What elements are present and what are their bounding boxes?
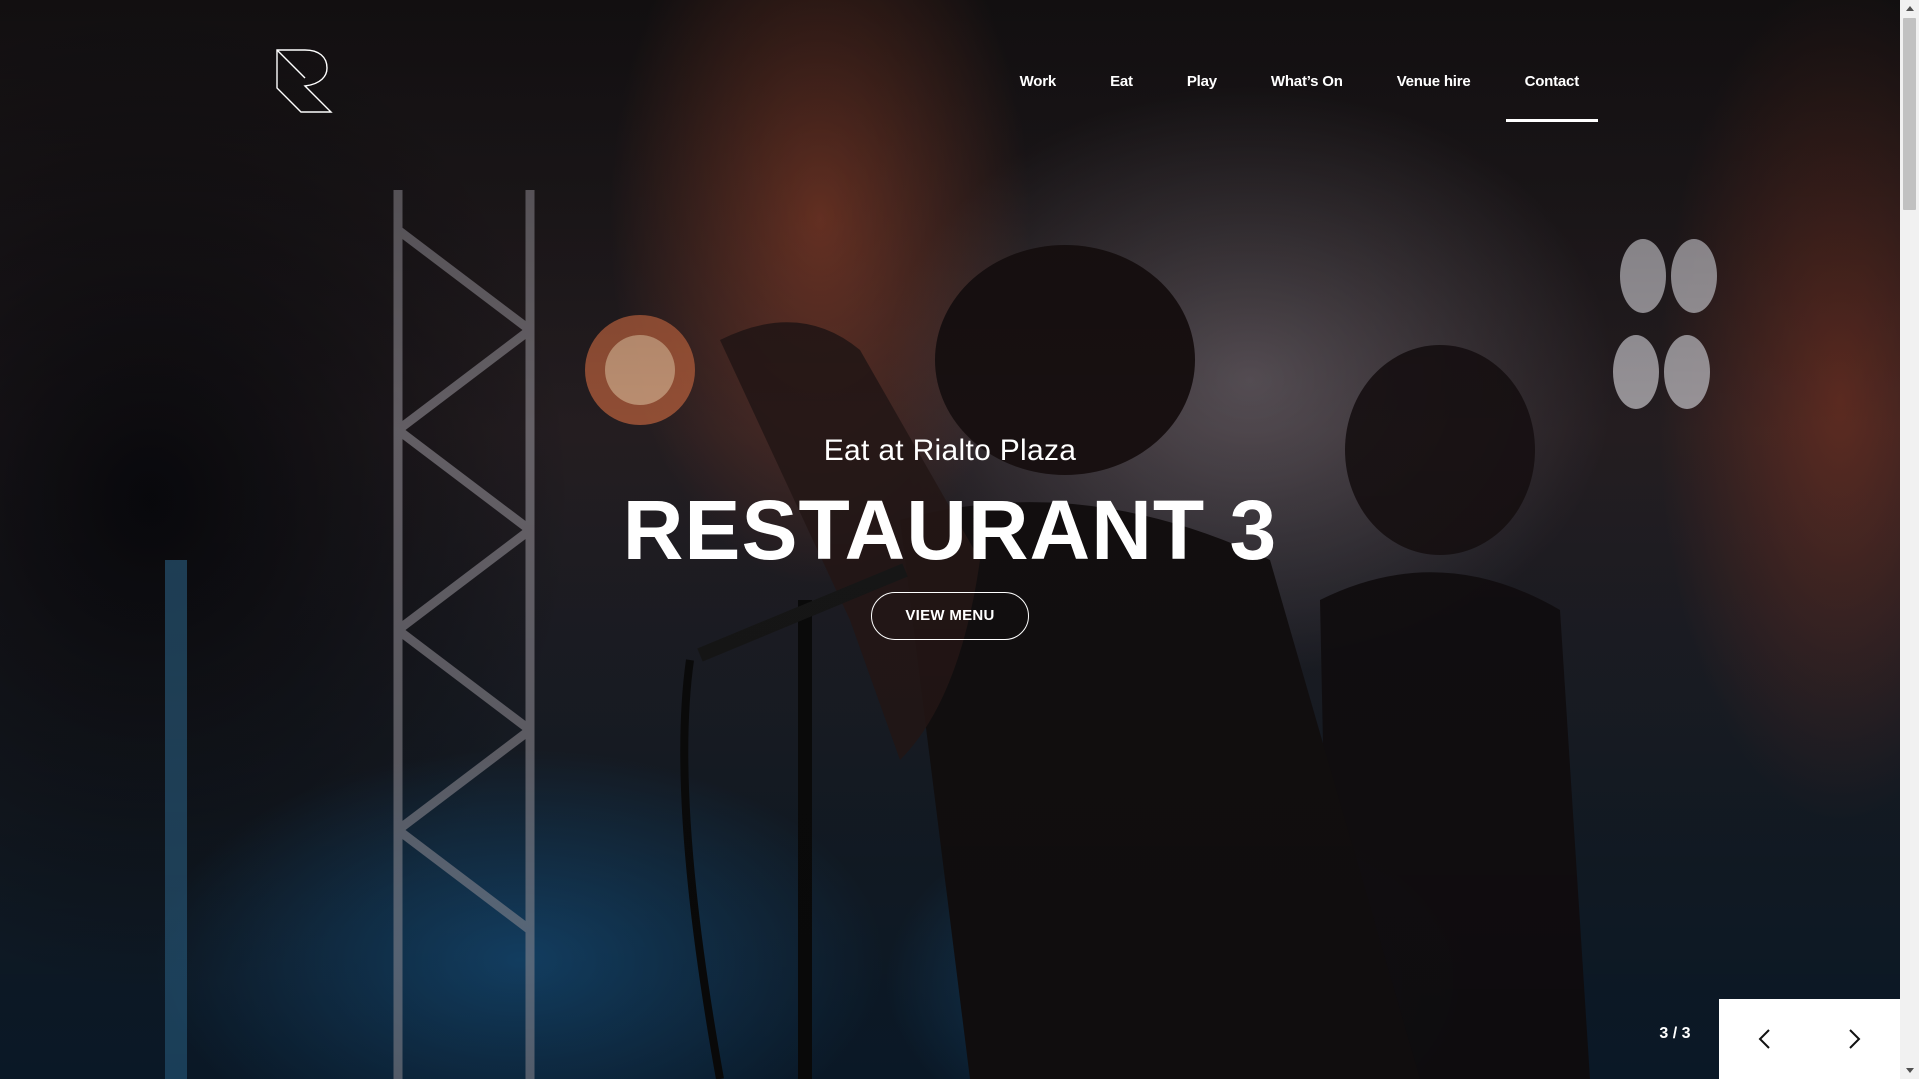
hero-title: RESTAURANT 3 xyxy=(622,483,1278,577)
nav-label: Eat xyxy=(1110,72,1133,90)
next-slide-button[interactable] xyxy=(1810,999,1901,1079)
scroll-down-arrow[interactable] xyxy=(1900,1062,1919,1079)
page: Work Eat Play What’s On Venue hire Conta… xyxy=(0,0,1919,1079)
nav-item-contact[interactable]: Contact xyxy=(1498,0,1606,162)
scroll-up-arrow[interactable] xyxy=(1900,0,1919,17)
prev-slide-button[interactable] xyxy=(1719,999,1810,1079)
hero-eyebrow: Eat at Rialto Plaza xyxy=(823,434,1077,467)
slider-controls xyxy=(1719,999,1900,1079)
nav-label: Venue hire xyxy=(1396,72,1471,90)
view-menu-button[interactable]: VIEW MENU xyxy=(871,592,1029,640)
nav-label: What’s On xyxy=(1270,72,1343,90)
nav-item-venue-hire[interactable]: Venue hire xyxy=(1370,0,1498,162)
r-monogram-logo[interactable] xyxy=(275,48,333,114)
scroll-thumb[interactable] xyxy=(1903,18,1916,210)
hero-content: Eat at Rialto Plaza RESTAURANT 3 VIEW ME… xyxy=(0,430,1900,640)
nav-item-whats-on[interactable]: What’s On xyxy=(1244,0,1370,162)
logo-icon xyxy=(276,49,333,113)
caret-down-icon xyxy=(1905,1068,1914,1073)
nav-item-eat[interactable]: Eat xyxy=(1083,0,1160,162)
caret-up-icon xyxy=(1905,6,1914,11)
page-scrollbar[interactable] xyxy=(1900,0,1919,1079)
chevron-left-icon xyxy=(1758,1029,1770,1049)
nav-item-work[interactable]: Work xyxy=(993,0,1083,162)
nav-label: Contact xyxy=(1524,72,1580,90)
main-nav: Work Eat Play What’s On Venue hire Conta… xyxy=(993,0,1606,124)
chevron-right-icon xyxy=(1849,1029,1861,1049)
nav-label: Play xyxy=(1186,72,1217,90)
nav-item-play[interactable]: Play xyxy=(1160,0,1244,162)
slide-counter: 3 / 3 xyxy=(1659,1025,1691,1042)
nav-label: Work xyxy=(1019,72,1057,90)
